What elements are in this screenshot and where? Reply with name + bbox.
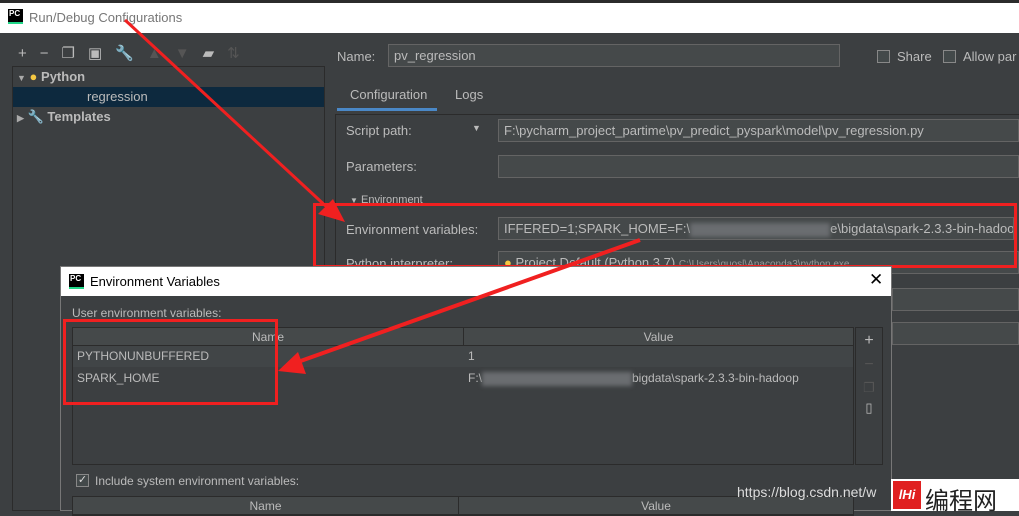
annotation-arrow xyxy=(123,18,332,212)
annotation-arrows xyxy=(123,18,641,374)
annotation-arrow xyxy=(294,238,641,365)
arrow-head xyxy=(278,352,306,374)
watermark-url: https://blog.csdn.net/w xyxy=(737,484,877,500)
watermark-logo: lHi 编程网 xyxy=(891,479,1019,515)
